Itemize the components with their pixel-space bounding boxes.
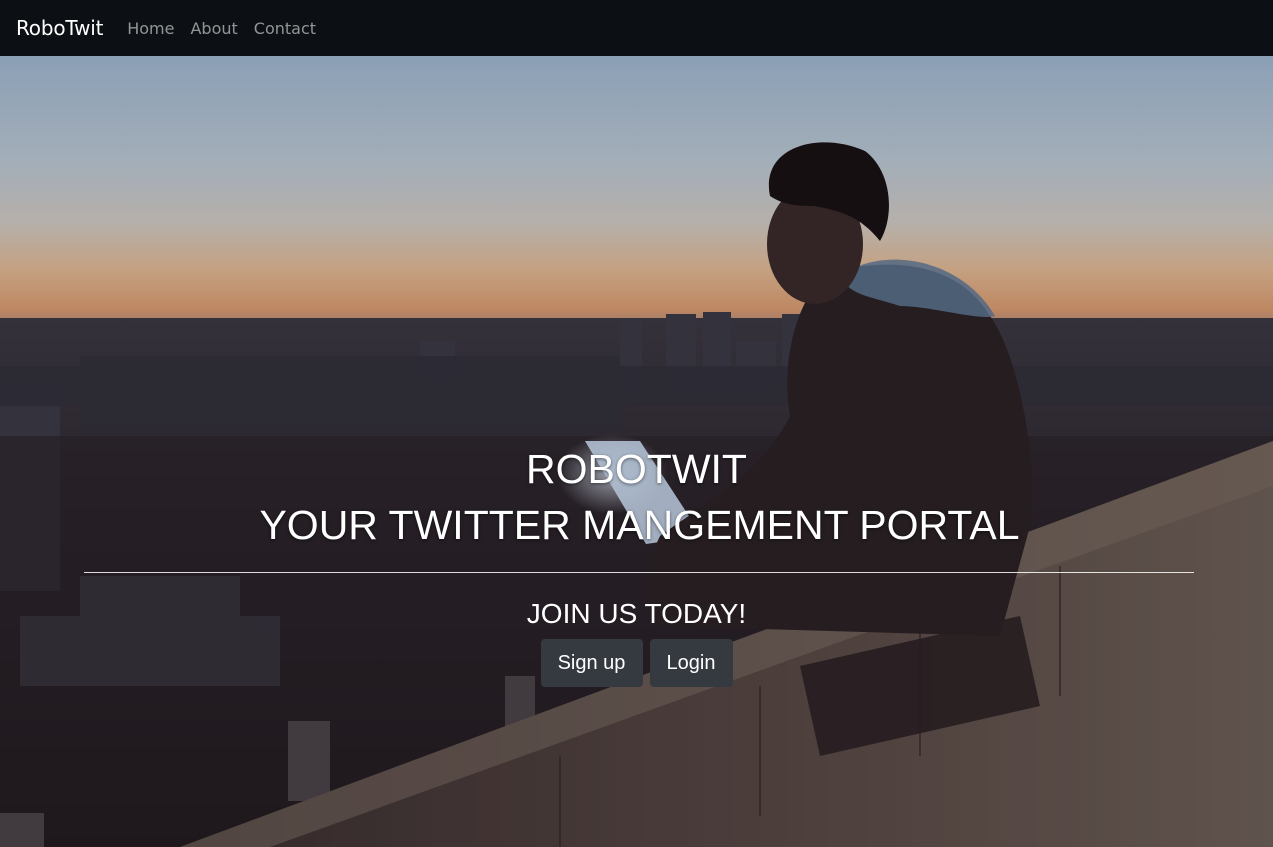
hero-divider	[84, 572, 1194, 573]
hero-content: ROBOTWIT YOUR TWITTER MANGEMENT PORTAL J…	[0, 56, 1273, 847]
navbar: RoboTwit Home About Contact	[0, 0, 1273, 56]
nav-links: Home About Contact	[119, 19, 324, 38]
nav-link-contact[interactable]: Contact	[246, 19, 324, 38]
join-heading: JOIN US TODAY!	[526, 598, 747, 629]
hero-title: ROBOTWIT	[526, 446, 747, 492]
brand-link[interactable]: RoboTwit	[16, 16, 103, 40]
signup-button[interactable]: Sign up	[540, 639, 643, 687]
hero-tagline: YOUR TWITTER MANGEMENT PORTAL	[259, 502, 1020, 548]
nav-link-home[interactable]: Home	[119, 19, 182, 38]
login-button[interactable]: Login	[649, 639, 733, 687]
cta-buttons: Sign up Login	[0, 639, 1273, 687]
hero-section: ROBOTWIT YOUR TWITTER MANGEMENT PORTAL J…	[0, 56, 1273, 847]
nav-link-about[interactable]: About	[182, 19, 245, 38]
